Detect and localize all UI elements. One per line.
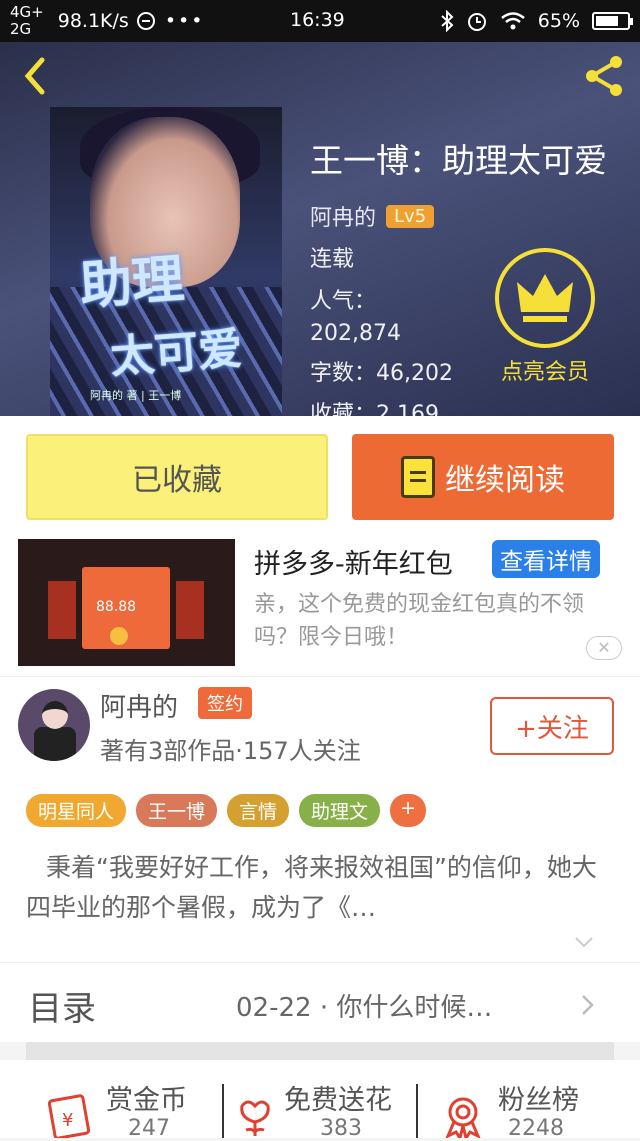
author-name[interactable]: 阿冉的 <box>310 200 376 232</box>
wifi-icon <box>500 12 525 30</box>
tag-item[interactable]: 助理文 <box>299 794 381 827</box>
book-cover[interactable]: 助理 太可爱 阿冉的 著 | 王一博 <box>50 107 282 416</box>
medal-icon <box>445 1097 481 1138</box>
network-4g: 4G+ <box>10 3 44 21</box>
ad-detail-button[interactable]: 查看详情 <box>492 540 600 578</box>
reward-coins[interactable]: ¥ 赏金币 247 <box>48 1078 248 1141</box>
writer-card[interactable]: 阿冉的 签约 著有3部作品·157人关注 +关注 <box>0 676 640 772</box>
battery-icon <box>592 12 633 30</box>
toc-label: 目录 <box>28 989 96 1029</box>
favorites-value: 2,169 <box>376 402 439 416</box>
fans-ranking[interactable]: 粉丝榜 2248 <box>440 1078 640 1141</box>
book-icon <box>401 456 435 498</box>
signed-badge: 签约 <box>198 687 252 719</box>
tag-list: 明星同人 王一博 言情 助理文 + <box>26 794 426 827</box>
back-icon[interactable] <box>14 54 58 98</box>
reward-label: 赏金币 <box>106 1085 187 1116</box>
flowers-label: 免费送花 <box>284 1085 392 1116</box>
word-count: 字数：46,202 <box>310 359 453 389</box>
continue-reading-button[interactable]: 继续阅读 <box>352 434 614 520</box>
share-icon[interactable] <box>580 52 628 100</box>
follow-button[interactable]: +关注 <box>490 697 614 755</box>
book-description[interactable]: 秉着“我要好好工作，将来报效祖国”的信仰，她大四毕业的那个暑假，成为了《… <box>26 848 616 928</box>
word-count-value: 46,202 <box>376 361 453 386</box>
globe-icon <box>136 12 155 30</box>
crown-icon <box>517 274 573 322</box>
divider <box>222 1084 224 1138</box>
status-bar: 4G+ 2G 98.1K/s ••• 16:39 65% <box>0 0 640 42</box>
latest-chapter: 02-22 · 你什么时候… <box>236 993 493 1023</box>
writer-stats: 著有3部作品·157人关注 <box>100 737 361 765</box>
net-speed: 98.1K/s <box>57 10 129 32</box>
svg-text:¥: ¥ <box>62 1110 73 1131</box>
cover-title-line1: 助理 <box>78 249 186 317</box>
ad-banner[interactable]: 88.88 拼多多-新年红包 查看详情 亲，这个免费的现金红包真的不领吗？限今日… <box>0 528 640 676</box>
send-flowers[interactable]: 免费送花 383 <box>232 1078 432 1141</box>
chevron-right-icon <box>582 995 594 1015</box>
battery-percent: 65% <box>537 10 580 32</box>
ad-amount: 88.88 <box>96 599 137 615</box>
popularity-label: 人气： <box>310 289 377 314</box>
flower-icon <box>240 1100 270 1136</box>
favorites-label: 收藏： <box>310 402 377 416</box>
book-title: 王一博：助理太可爱 <box>310 141 607 180</box>
action-bar: 已收藏 继续阅读 <box>0 416 640 528</box>
continue-reading-label: 继续阅读 <box>445 463 565 498</box>
book-header: 助理 太可爱 阿冉的 著 | 王一博 王一博：助理太可爱 阿冉的 Lv5 连载 … <box>0 42 640 416</box>
vip-button[interactable]: 点亮会员 <box>490 248 600 386</box>
red-envelope-icon: ¥ <box>48 1094 91 1138</box>
avatar[interactable] <box>18 689 90 761</box>
fans-value: 2248 <box>508 1116 564 1141</box>
ad-description: 亲，这个免费的现金红包真的不领吗？限今日哦！ <box>254 592 585 650</box>
writer-name[interactable]: 阿冉的 <box>100 687 178 724</box>
ad-image[interactable]: 88.88 <box>18 539 235 666</box>
table-of-contents-row[interactable]: 目录 02-22 · 你什么时候… <box>0 962 640 1042</box>
cover-author: 阿冉的 著 | 王一博 <box>90 389 182 402</box>
tag-item[interactable]: 王一博 <box>136 794 218 827</box>
add-tag-button[interactable]: + <box>390 794 426 827</box>
more-notifications-icon: ••• <box>164 10 205 32</box>
alarm-icon <box>467 13 486 31</box>
tag-item[interactable]: 明星同人 <box>26 794 127 827</box>
ad-close-icon[interactable]: ✕ <box>586 636 622 660</box>
reward-value: 247 <box>128 1116 170 1141</box>
signal-indicator: 4G+ 2G <box>10 4 44 38</box>
word-count-label: 字数： <box>310 361 377 386</box>
divider <box>416 1084 418 1138</box>
book-status: 连载 <box>310 247 355 272</box>
popularity-value: 202,874 <box>310 321 401 346</box>
clock: 16:39 <box>290 9 345 31</box>
network-2g: 2G <box>10 20 32 38</box>
favorites-count: 收藏：2,169 <box>310 400 439 416</box>
section-divider <box>26 1042 614 1060</box>
cover-title-line2: 太可爱 <box>108 323 244 384</box>
ad-title[interactable]: 拼多多-新年红包 <box>254 542 453 581</box>
favorited-button[interactable]: 已收藏 <box>26 434 328 520</box>
book-intro: 明星同人 王一博 言情 助理文 + 秉着“我要好好工作，将来报效祖国”的信仰，她… <box>0 772 640 962</box>
author-level-badge: Lv5 <box>386 204 435 228</box>
chevron-down-icon[interactable] <box>574 932 594 952</box>
vip-label: 点亮会员 <box>500 360 589 385</box>
tag-item[interactable]: 言情 <box>227 794 290 827</box>
engagement-bar: ¥ 赏金币 247 免费送花 383 粉丝榜 2248 <box>0 1060 640 1141</box>
flowers-value: 383 <box>320 1116 362 1141</box>
bluetooth-icon <box>441 10 454 32</box>
fans-label: 粉丝榜 <box>498 1085 579 1116</box>
